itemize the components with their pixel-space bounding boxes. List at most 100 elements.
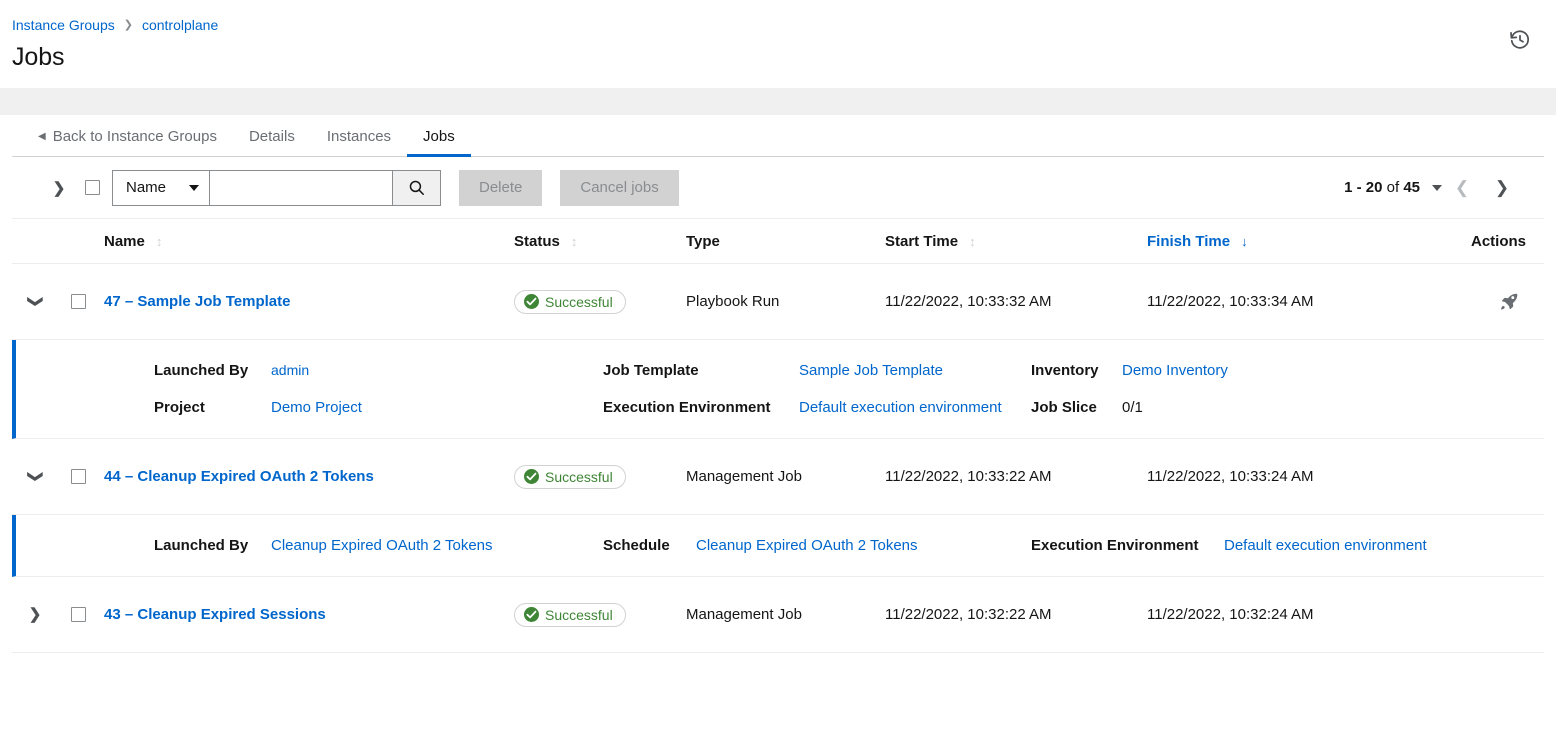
expand-all-chevron-right-icon[interactable]: ❯ — [46, 179, 72, 197]
row-detail-grid: Launched By Cleanup Expired OAuth 2 Toke… — [16, 537, 1544, 554]
job-link[interactable]: 47 – Sample Job Template — [104, 293, 290, 310]
row-checkbox[interactable] — [71, 294, 86, 309]
chevron-down-icon: ❯ — [27, 470, 42, 483]
rocket-icon-glyph — [1500, 292, 1519, 311]
check-circle-icon — [524, 469, 539, 484]
column-header-finish-time-label: Finish Time — [1147, 233, 1230, 250]
breadcrumb-separator-icon: ❯ — [124, 17, 133, 33]
row-checkbox[interactable] — [71, 469, 86, 484]
filter-field-select[interactable]: Name — [112, 170, 209, 206]
table-toolbar: ❯ Name Delete Cancel jobs 1 - 20 of 45 ❮ — [12, 157, 1544, 219]
detail-value-link[interactable]: Sample Job Template — [799, 362, 943, 379]
table-row[interactable]: ❯ 43 – Cleanup Expired Sessions Successf… — [12, 577, 1544, 653]
filter-group: Name — [112, 170, 441, 206]
detail-value-link[interactable]: Demo Inventory — [1122, 362, 1228, 379]
pagination-next-button[interactable]: ❯ — [1482, 170, 1522, 206]
tab-instances[interactable]: Instances — [311, 116, 407, 156]
job-link[interactable]: 44 – Cleanup Expired OAuth 2 Tokens — [104, 468, 374, 485]
history-icon[interactable] — [1506, 26, 1534, 54]
chevron-right-icon: ❯ — [29, 607, 42, 622]
status-badge: Successful — [514, 290, 626, 314]
page-header: Instance Groups ❯ controlplane Jobs — [0, 0, 1556, 88]
arrow-down-icon[interactable]: ↓ — [1241, 235, 1248, 248]
detail-value-link[interactable]: Cleanup Expired OAuth 2 Tokens — [271, 537, 493, 554]
sort-updown-icon[interactable]: ↕ — [969, 235, 976, 248]
row-expand-toggle[interactable]: ❯ — [12, 607, 58, 622]
detail-label: Project — [154, 399, 271, 416]
filter-field-label: Name — [126, 179, 166, 196]
breadcrumb-item-instance-groups[interactable]: Instance Groups — [12, 17, 115, 33]
detail-field-inventory: Inventory Demo Inventory — [1031, 362, 1544, 379]
row-finish-time-cell: 11/22/2022, 10:33:34 AM — [1147, 293, 1415, 310]
detail-value-link[interactable]: Default execution environment — [799, 399, 1002, 416]
check-circle-glyph — [524, 294, 539, 309]
chevron-down-icon — [189, 185, 199, 191]
row-start-time-cell: 11/22/2022, 10:33:22 AM — [885, 468, 1147, 485]
detail-value-link[interactable]: Default execution environment — [1224, 537, 1427, 554]
sort-updown-icon[interactable]: ↕ — [156, 235, 163, 248]
detail-field-execution-environment: Execution Environment Default execution … — [603, 399, 1031, 416]
status-badge-label: Successful — [545, 469, 613, 485]
select-all-checkbox[interactable] — [85, 180, 100, 195]
row-start-time-cell: 11/22/2022, 10:33:32 AM — [885, 293, 1147, 310]
detail-column-2: Job Template Sample Job Template Executi… — [603, 362, 1031, 416]
tab-back-to-instance-groups[interactable]: ◀ Back to Instance Groups — [22, 116, 233, 156]
detail-field-launched-by: Launched By Cleanup Expired OAuth 2 Toke… — [154, 537, 603, 554]
check-circle-icon — [524, 294, 539, 309]
table-row[interactable]: ❯ 44 – Cleanup Expired OAuth 2 Tokens Su… — [12, 439, 1544, 515]
pagination-prev-button[interactable]: ❮ — [1442, 170, 1482, 206]
detail-field-job-slice: Job Slice 0/1 — [1031, 399, 1544, 416]
row-checkbox[interactable] — [71, 607, 86, 622]
select-all-checkbox-wrapper — [72, 180, 112, 195]
row-expand-toggle[interactable]: ❯ — [12, 294, 58, 309]
search-input[interactable] — [209, 170, 392, 206]
detail-label: Job Template — [603, 362, 799, 379]
status-badge-label: Successful — [545, 294, 613, 310]
pagination-per-page-chevron-down-icon[interactable] — [1432, 185, 1442, 191]
row-finish-time-cell: 11/22/2022, 10:32:24 AM — [1147, 606, 1415, 623]
sort-updown-icon[interactable]: ↕ — [571, 235, 578, 248]
row-type-cell: Management Job — [686, 606, 885, 623]
relaunch-rocket-icon[interactable] — [1492, 285, 1526, 319]
tab-instances-label: Instances — [327, 128, 391, 145]
tab-bar: ◀ Back to Instance Groups Details Instan… — [12, 116, 1544, 157]
row-start-time-cell: 11/22/2022, 10:32:22 AM — [885, 606, 1147, 623]
row-detail-panel: Launched By admin Project Demo Project J… — [12, 340, 1544, 439]
row-checkbox-cell — [58, 294, 104, 309]
delete-button[interactable]: Delete — [459, 170, 542, 206]
column-header-type: Type — [686, 233, 885, 250]
row-detail-grid: Launched By admin Project Demo Project J… — [16, 362, 1544, 416]
job-link[interactable]: 43 – Cleanup Expired Sessions — [104, 606, 326, 623]
column-header-name[interactable]: Name ↕ — [104, 233, 514, 250]
detail-field-schedule: Schedule Cleanup Expired OAuth 2 Tokens — [603, 537, 1031, 554]
detail-label: Job Slice — [1031, 399, 1122, 416]
detail-value-link[interactable]: admin — [271, 362, 309, 378]
tab-details[interactable]: Details — [233, 116, 311, 156]
search-button[interactable] — [392, 170, 441, 206]
row-expand-toggle[interactable]: ❯ — [12, 469, 58, 484]
chevron-down-icon: ❯ — [27, 295, 42, 308]
detail-label: Execution Environment — [1031, 537, 1224, 554]
column-header-finish-time[interactable]: Finish Time ↓ — [1147, 233, 1415, 250]
pagination-total: 45 — [1403, 179, 1420, 196]
row-checkbox-cell — [58, 469, 104, 484]
detail-value-link[interactable]: Demo Project — [271, 399, 362, 416]
tab-back-label: Back to Instance Groups — [53, 128, 217, 145]
status-badge-label: Successful — [545, 607, 613, 623]
row-checkbox-cell — [58, 607, 104, 622]
column-header-start-time[interactable]: Start Time ↕ — [885, 233, 1147, 250]
column-header-type-label: Type — [686, 233, 720, 250]
detail-label: Schedule — [603, 537, 696, 554]
breadcrumb-item-controlplane[interactable]: controlplane — [142, 17, 218, 33]
row-actions-cell — [1415, 285, 1544, 319]
pagination-of: of — [1387, 179, 1400, 196]
detail-column-1: Launched By admin Project Demo Project — [154, 362, 603, 416]
detail-value-link[interactable]: Cleanup Expired OAuth 2 Tokens — [696, 537, 918, 554]
column-header-status[interactable]: Status ↕ — [514, 233, 686, 250]
tab-jobs[interactable]: Jobs — [407, 116, 471, 156]
detail-field-execution-environment: Execution Environment Default execution … — [1031, 537, 1544, 554]
detail-column-3: Execution Environment Default execution … — [1031, 537, 1544, 554]
table-row[interactable]: ❯ 47 – Sample Job Template Successful Pl… — [12, 264, 1544, 340]
detail-value: 0/1 — [1122, 399, 1143, 416]
cancel-jobs-button[interactable]: Cancel jobs — [560, 170, 678, 206]
